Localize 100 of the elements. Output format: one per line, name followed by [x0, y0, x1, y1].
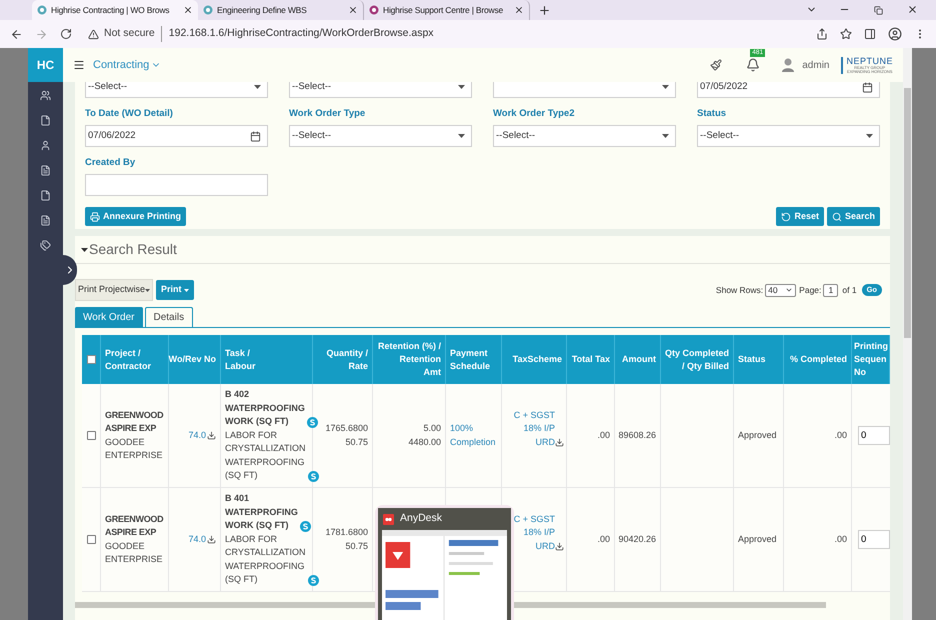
reload-icon[interactable]	[60, 28, 72, 40]
column-header: Task / Labour	[225, 346, 256, 372]
payment-schedule-link[interactable]: 100% Completion	[450, 422, 497, 449]
favicon-icon	[37, 5, 47, 15]
search-button[interactable]: Search	[826, 207, 880, 226]
tax-scheme-link[interactable]: C + SGST 18% I/P URD	[511, 512, 555, 553]
project-name: GREENWOOD ASPIRE EXP	[105, 512, 164, 539]
wo-number-link[interactable]: 74.0	[188, 428, 206, 442]
s-badge-icon[interactable]	[306, 416, 318, 428]
download-icon[interactable]	[555, 438, 564, 447]
reset-button[interactable]: Reset	[776, 207, 824, 226]
select-field[interactable]: --Select--	[289, 82, 472, 98]
rate-text: 50.75	[345, 436, 368, 448]
page-field[interactable]: 1	[823, 284, 838, 296]
caret-icon	[785, 286, 794, 294]
amount-cell-text: 90420.26	[618, 532, 656, 546]
s-badge-icon[interactable]	[308, 470, 319, 482]
printer-icon	[90, 212, 100, 222]
user-name[interactable]: admin	[802, 58, 830, 72]
labour-name: LABOR FOR CRYSTALLIZATION WATERPROOFING (SQ FT)	[225, 532, 306, 586]
calendar-icon	[862, 82, 873, 92]
tab-title: Engineering Define WBS	[217, 4, 308, 16]
tax-scheme-link[interactable]: C + SGST 18% I/P URD	[511, 408, 555, 449]
browser-tab[interactable]: Highrise Contracting | WO Brows	[32, 0, 198, 20]
download-icon[interactable]	[207, 535, 216, 544]
annexure-printing-button[interactable]: Annexure Printing	[85, 207, 186, 226]
favicon-icon	[369, 5, 379, 15]
select-all-checkbox[interactable]	[86, 355, 96, 364]
close-icon[interactable]	[348, 5, 358, 15]
rows-per-page-select[interactable]: 40	[765, 284, 796, 296]
print-mode-select[interactable]: Print Projectwise	[75, 279, 153, 301]
tab-title: Highrise Support Centre | Browse	[383, 4, 504, 16]
user-avatar-icon[interactable]	[782, 58, 794, 72]
field-label: Work Order Type2	[493, 108, 576, 120]
new-tab-icon[interactable]	[538, 4, 551, 17]
sidebar-toggle[interactable]	[63, 255, 77, 285]
menu-icon[interactable]	[73, 59, 85, 71]
user-icon[interactable]	[40, 140, 51, 151]
app-icon	[383, 514, 394, 524]
back-icon[interactable]	[10, 28, 23, 40]
vertical-scrollbar[interactable]	[903, 48, 912, 620]
total-tax-cell-text: .00	[597, 428, 610, 442]
retention-amount: 4480.00	[408, 436, 441, 448]
field-label: To Date (WO Detail)	[85, 108, 174, 120]
total-tax-cell-text: .00	[597, 532, 610, 546]
select-field[interactable]: --Select--	[493, 125, 676, 147]
text-field[interactable]	[85, 174, 268, 196]
tags-icon[interactable]	[40, 240, 51, 251]
section-title: Search Result	[89, 240, 177, 259]
print-button[interactable]: Print	[156, 280, 194, 300]
close-icon[interactable]	[907, 4, 918, 15]
wo-number-link[interactable]: 74.0	[188, 532, 206, 546]
close-icon[interactable]	[514, 5, 524, 15]
select-field[interactable]: --Select--	[85, 82, 268, 98]
download-icon[interactable]	[555, 542, 564, 551]
s-badge-icon[interactable]	[308, 574, 319, 586]
quantity-text: 1781.6800	[325, 526, 368, 539]
page-label: Page:	[799, 284, 822, 296]
side-panel-icon[interactable]	[864, 28, 876, 40]
labour-name: LABOR FOR CRYSTALLIZATION WATERPROOFING (SQ FT)	[225, 428, 306, 482]
select-field[interactable]: --Select--	[289, 125, 472, 147]
column-header: Printing Sequen No	[854, 340, 888, 379]
users-icon[interactable]	[40, 90, 51, 101]
status-cell-text: Approved	[738, 532, 777, 546]
select-field[interactable]	[493, 82, 676, 98]
document-icon[interactable]	[40, 190, 51, 201]
bookmark-icon[interactable]	[840, 28, 852, 40]
select-field[interactable]: --Select--	[697, 125, 880, 147]
row-checkbox[interactable]	[86, 431, 96, 440]
restore-icon[interactable]	[874, 6, 883, 15]
column-header: Status	[738, 353, 766, 366]
paintbrush-icon[interactable]	[710, 59, 722, 71]
field-label: Status	[697, 108, 728, 120]
profile-icon[interactable]	[888, 27, 902, 41]
collapse-caret-icon[interactable]	[81, 248, 88, 252]
date-field[interactable]: 07/06/2022	[85, 125, 268, 147]
contractor-name: GOODEE ENTERPRISE	[105, 436, 164, 462]
caret-icon	[145, 288, 150, 292]
results-tab[interactable]: Work Order	[75, 307, 142, 327]
completed-cell-text: .00	[834, 532, 847, 546]
download-icon[interactable]	[207, 431, 216, 440]
row-checkbox[interactable]	[86, 535, 96, 544]
document-icon[interactable]	[40, 165, 51, 176]
close-icon[interactable]	[183, 5, 193, 15]
bell-icon[interactable]	[746, 58, 760, 72]
share-icon[interactable]	[816, 28, 828, 40]
project-name: GREENWOOD ASPIRE EXP	[105, 408, 164, 435]
sequence-field[interactable]: 0	[858, 426, 890, 445]
results-tab[interactable]: Details	[144, 307, 194, 327]
caret-icon	[458, 85, 465, 89]
module-dropdown[interactable]: Contracting	[93, 56, 162, 74]
document-icon[interactable]	[40, 115, 51, 126]
s-badge-icon[interactable]	[300, 520, 311, 532]
sequence-field[interactable]: 0	[858, 530, 890, 549]
reset-icon	[781, 212, 792, 222]
task-name: B 401 WATERPROFING WORK (SQ FT)	[225, 492, 298, 532]
field-label: Work Order Type	[289, 108, 366, 120]
caret-icon	[458, 134, 465, 138]
document-icon[interactable]	[40, 215, 51, 226]
date-field[interactable]: 07/05/2022	[697, 82, 880, 98]
